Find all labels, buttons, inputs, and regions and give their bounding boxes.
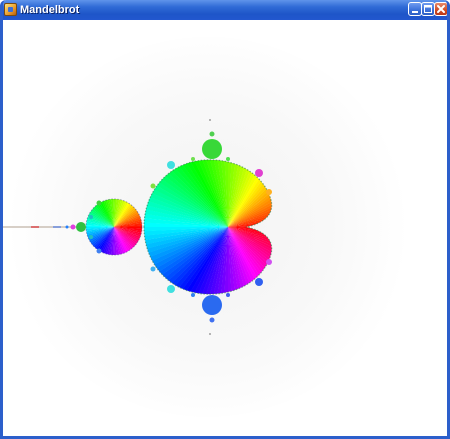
small-bulb (96, 248, 102, 254)
top-bulb (202, 139, 222, 159)
small-bulb (76, 222, 86, 232)
close-icon (437, 5, 445, 13)
small-bulb (191, 157, 195, 161)
small-bulb (150, 183, 156, 189)
small-bulb (266, 259, 272, 265)
small-bulb (191, 293, 195, 297)
small-bulb (255, 169, 263, 177)
small-bulb (209, 317, 215, 323)
small-bulb (209, 131, 215, 137)
title-bar[interactable]: Mandelbrot (3, 0, 447, 20)
small-bulb (167, 285, 175, 293)
mandelbrot-set (3, 37, 408, 417)
app-icon[interactable] (4, 3, 17, 16)
small-bulb (226, 157, 230, 161)
small-bulb (96, 200, 102, 206)
fractal-canvas[interactable] (3, 20, 447, 436)
small-bulb (150, 266, 156, 272)
small-bulb (89, 235, 93, 239)
small-bulb (266, 189, 272, 195)
window-title: Mandelbrot (20, 4, 80, 16)
small-bulb (167, 161, 175, 169)
maximize-button[interactable] (421, 2, 435, 16)
minimize-button[interactable] (408, 2, 422, 16)
close-button[interactable] (434, 2, 447, 16)
small-bulb (89, 215, 93, 219)
small-bulb (65, 225, 69, 229)
filament-dot (209, 119, 211, 121)
small-bulb (226, 293, 230, 297)
minimize-icon (412, 11, 418, 13)
maximize-icon (424, 5, 432, 13)
small-bulb (255, 278, 263, 286)
filament-dot (209, 333, 211, 335)
bottom-bulb (202, 295, 222, 315)
small-bulb (70, 224, 76, 230)
app-window: Mandelbrot (0, 0, 450, 439)
